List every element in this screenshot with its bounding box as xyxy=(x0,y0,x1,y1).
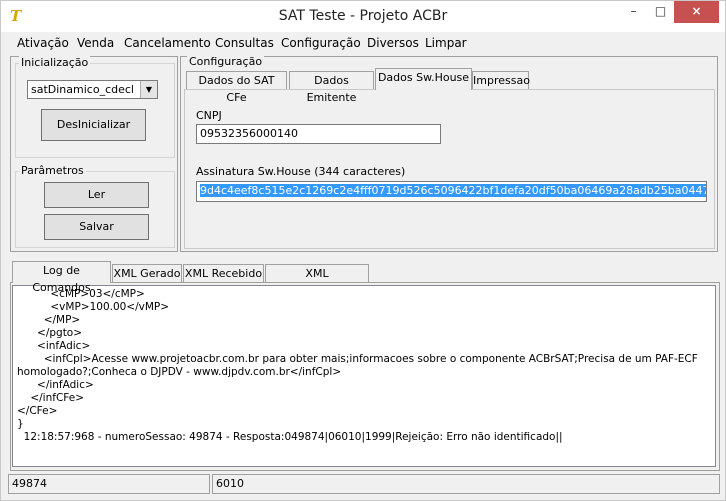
log-line: 12:18:57:968 - numeroSessao: 49874 - Res… xyxy=(17,431,563,443)
assinatura-label: Assinatura Sw.House (344 caracteres) xyxy=(196,165,406,178)
status-bar: 49874 6010 xyxy=(8,474,720,494)
close-icon[interactable]: × xyxy=(674,1,719,23)
configuracao-label: Configuração xyxy=(187,55,265,68)
status-sessao: 49874 xyxy=(8,474,210,494)
log-line: </infCFe> xyxy=(17,392,85,404)
assinatura-field[interactable]: 9d4c4eef8c515e2c1269c2e4fff0719d526c5096… xyxy=(196,181,707,202)
tab-impressao[interactable]: Impressao xyxy=(472,71,530,90)
desinicializar-button[interactable]: DesInicializar xyxy=(41,109,146,141)
menu-diversos[interactable]: Diversos xyxy=(367,36,419,50)
log-line: homologado?;Conheca o DJPDV - www.djpdv.… xyxy=(17,366,342,378)
log-line: <vMP>100.00</vMP> xyxy=(17,301,170,313)
log-line: <infCpl>Acesse www.projetoacbr.com.br pa… xyxy=(17,353,698,365)
log-text-area[interactable]: <cMP>03</cMP> <vMP>100.00</vMP> </MP> </… xyxy=(12,285,716,467)
cnpj-label: CNPJ xyxy=(196,109,222,122)
chevron-down-icon[interactable]: ▼ xyxy=(140,81,157,98)
menu-ativacao[interactable]: Ativação xyxy=(17,36,69,50)
menu-bar: Ativação Venda Cancelamento Consultas Co… xyxy=(1,32,725,53)
maximize-icon[interactable]: □ xyxy=(647,1,674,23)
log-line: } xyxy=(17,418,24,430)
tab-xml-gerado[interactable]: XML Gerado xyxy=(112,264,182,283)
salvar-button[interactable]: Salvar xyxy=(44,214,149,240)
menu-configuracao[interactable]: Configuração xyxy=(281,36,361,50)
inicializacao-label: Inicialização xyxy=(19,56,91,69)
tab-dados-emitente[interactable]: Dados Emitente xyxy=(289,71,374,104)
combo-value: satDinamico_cdecl xyxy=(31,83,134,96)
log-line: </MP> xyxy=(17,314,81,326)
log-line: <infAdic> xyxy=(17,340,91,352)
log-line: </CFe> xyxy=(17,405,58,417)
cnpj-field[interactable]: 09532356000140 xyxy=(196,124,441,144)
tab-dados-sw-house[interactable]: Dados Sw.House xyxy=(375,68,472,90)
tab-xml-recebido[interactable]: XML Recebido xyxy=(183,264,264,283)
ler-button[interactable]: Ler xyxy=(44,182,149,208)
title-bar[interactable]: T SAT Teste - Projeto ACBr – □ × xyxy=(1,1,725,32)
window-title: SAT Teste - Projeto ACBr xyxy=(278,8,448,24)
parametros-label: Parâmetros xyxy=(19,164,86,177)
assinatura-value: 9d4c4eef8c515e2c1269c2e4fff0719d526c5096… xyxy=(200,184,706,197)
tab-xml-cancelamento[interactable]: XML Cancelamento xyxy=(265,264,369,297)
tab-log-de-comandos[interactable]: Log de Comandos xyxy=(12,261,111,294)
minimize-icon[interactable]: – xyxy=(620,1,647,23)
log-line: </pgto> xyxy=(17,327,83,339)
menu-consultas[interactable]: Consultas xyxy=(215,36,274,50)
log-line: </infAdic> xyxy=(17,379,94,391)
app-window: T SAT Teste - Projeto ACBr – □ × Ativaçã… xyxy=(0,0,726,501)
menu-venda[interactable]: Venda xyxy=(77,36,114,50)
tab-dados-sat-cfe[interactable]: Dados do SAT CFe xyxy=(186,71,287,104)
status-codigo: 6010 xyxy=(212,474,720,494)
library-combo[interactable]: satDinamico_cdecl ▼ xyxy=(27,80,158,99)
menu-limpar[interactable]: Limpar xyxy=(425,36,467,50)
menu-cancelamento[interactable]: Cancelamento xyxy=(124,36,211,50)
